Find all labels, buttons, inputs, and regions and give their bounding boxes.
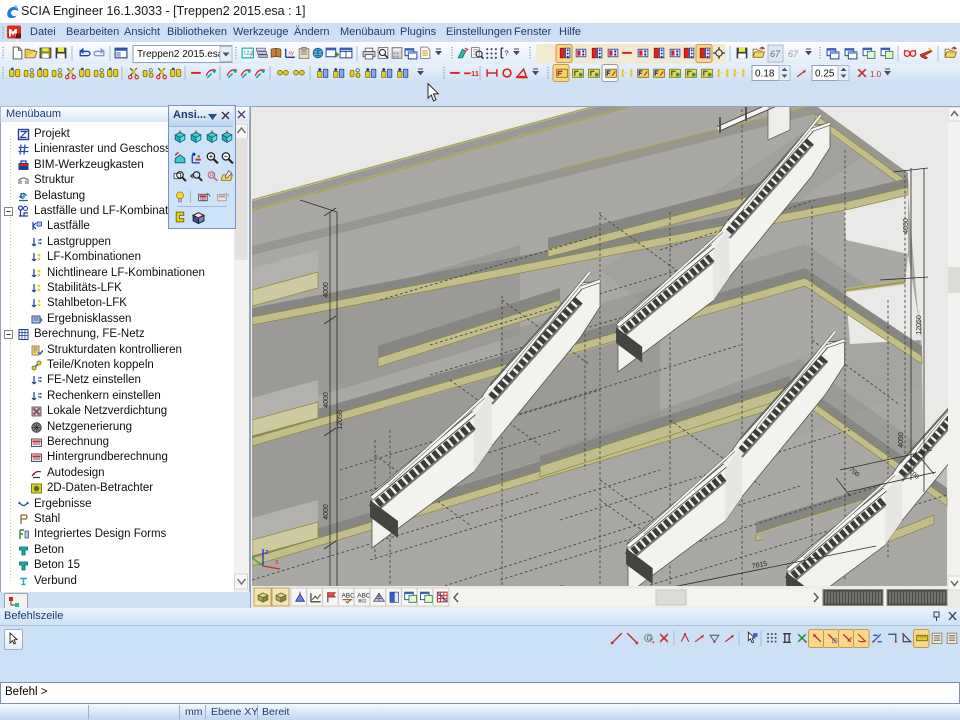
svg-text:4050: 4050 xyxy=(898,432,905,448)
svg-text:12050: 12050 xyxy=(337,410,344,430)
svg-text:11: 11 xyxy=(471,69,479,78)
svg-text:67: 67 xyxy=(788,49,799,59)
svg-text:x: x xyxy=(275,559,279,566)
svg-text:z: z xyxy=(265,549,269,556)
svg-text:ABC: ABC xyxy=(357,593,371,600)
svg-text:4000: 4000 xyxy=(323,504,330,520)
svg-text:xy: xy xyxy=(288,51,294,57)
svg-text:1.0: 1.0 xyxy=(870,70,882,79)
svg-text:MB: MB xyxy=(200,197,206,201)
svg-text:12050: 12050 xyxy=(916,315,923,335)
svg-text:4000: 4000 xyxy=(323,282,330,298)
svg-text:4050: 4050 xyxy=(903,218,910,234)
svg-text:4000: 4000 xyxy=(323,392,330,408)
svg-text:0.18: 0.18 xyxy=(755,69,775,80)
svg-text:ABC: ABC xyxy=(341,593,355,600)
svg-text:?: ? xyxy=(504,49,508,58)
svg-text:Treppen2 2015.esa: Treppen2 2015.esa xyxy=(137,49,224,60)
svg-text:0.25: 0.25 xyxy=(815,69,835,80)
svg-text:G: G xyxy=(647,636,652,643)
svg-text:67: 67 xyxy=(770,49,781,59)
